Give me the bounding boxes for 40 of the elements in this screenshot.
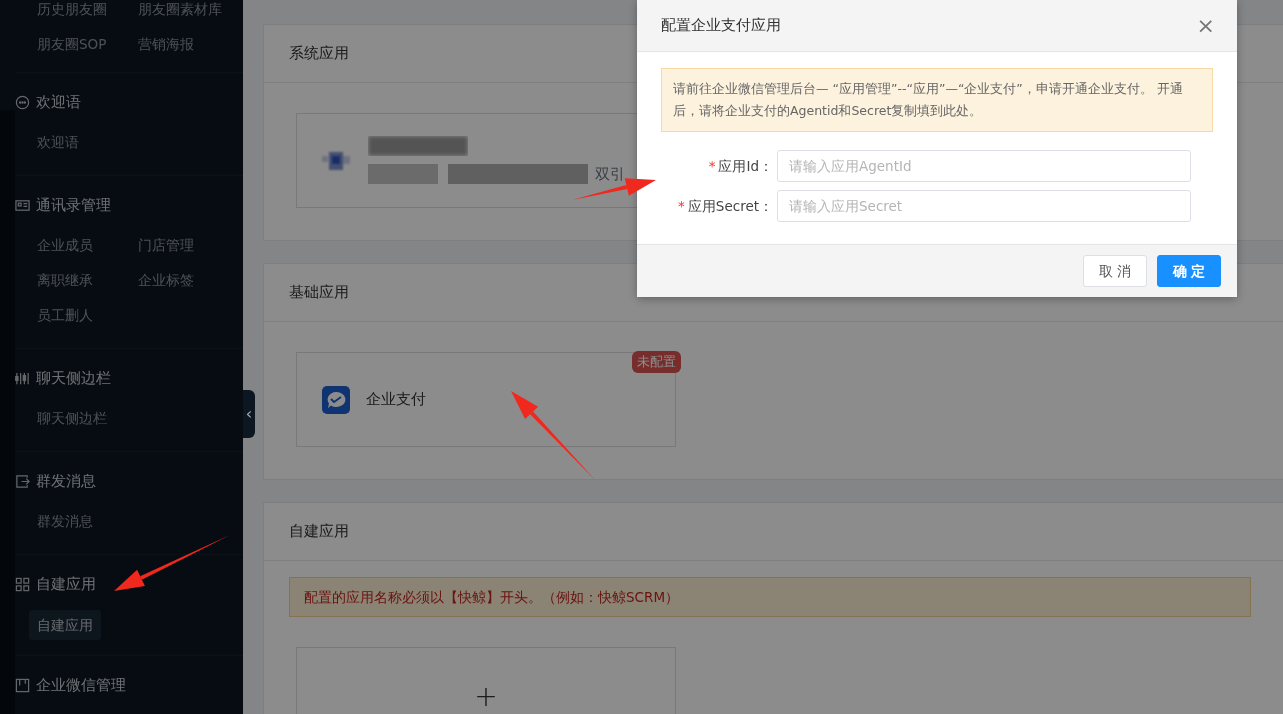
input-field[interactable]: 请输入应用Secret [777, 190, 1191, 222]
app-description: 双引 [595, 163, 625, 185]
input-field[interactable]: 请输入应用AgentId [777, 150, 1191, 182]
sidebar-item[interactable]: 朋友圈素材库 [138, 0, 222, 27]
collapse-handle[interactable]: ‹ [243, 390, 255, 438]
sidebar-group-title[interactable]: 聊天侧边栏 [36, 366, 111, 390]
sidebar-group-title[interactable]: 企业微信管理 [36, 673, 126, 697]
sidebar-item[interactable]: 历史朋友圈 [37, 0, 107, 27]
status-badge: 未配置 [632, 351, 681, 373]
cancel-button[interactable]: 取 消 [1083, 255, 1147, 287]
board-icon [15, 677, 30, 693]
sidebar-item[interactable]: 离职继承 [37, 263, 93, 298]
sidebar-item[interactable]: 企业标签 [138, 263, 194, 298]
sidebar-group-title[interactable]: 欢迎语 [36, 90, 81, 114]
plus-icon: + [474, 676, 498, 714]
sidebar-item[interactable]: 聊天侧边栏 [37, 401, 107, 436]
sidebar-item[interactable]: 自建应用 [29, 610, 101, 640]
sidebar-item[interactable]: 欢迎语 [37, 125, 79, 160]
sidebar-item[interactable]: 群发消息 [37, 504, 93, 539]
notice-banner: 配置的应用名称必须以【快鲸】开头。（例如：快鲸SCRM） [289, 577, 1251, 618]
sidebar-group-title[interactable]: 通讯录管理 [36, 193, 111, 217]
confirm-button[interactable]: 确 定 [1157, 255, 1221, 287]
add-app-card[interactable]: + [296, 647, 676, 714]
chat-check-icon [322, 385, 350, 414]
sidebar-item[interactable]: 员工删人 [37, 298, 93, 333]
grid-icon [15, 576, 30, 592]
chat-icon [15, 94, 30, 110]
sidebar-item[interactable]: 企业成员 [37, 228, 93, 263]
sidebar-item[interactable]: 朋友圈SOP [37, 27, 107, 62]
exit-icon [15, 473, 30, 489]
sidebar-group-title[interactable]: 自建应用 [36, 572, 96, 596]
sliders-icon [15, 370, 30, 386]
notice-banner: 请前往企业微信管理后台— “应用管理”--“应用”—“企业支付”，申请开通企业支付。 开通后，请将企业支付的Agentid和Secret复制填到此处。 [661, 68, 1213, 132]
section-title: 自建应用 [264, 503, 1283, 561]
id-card-icon [15, 197, 30, 213]
sidebar-item[interactable]: 门店管理 [138, 228, 194, 263]
required-mark: * [708, 156, 716, 176]
sidebar-group-title[interactable]: 群发消息 [36, 469, 96, 493]
sidebar-item[interactable]: 营销海报 [138, 27, 194, 62]
app-name: 企业支付 [366, 389, 426, 411]
